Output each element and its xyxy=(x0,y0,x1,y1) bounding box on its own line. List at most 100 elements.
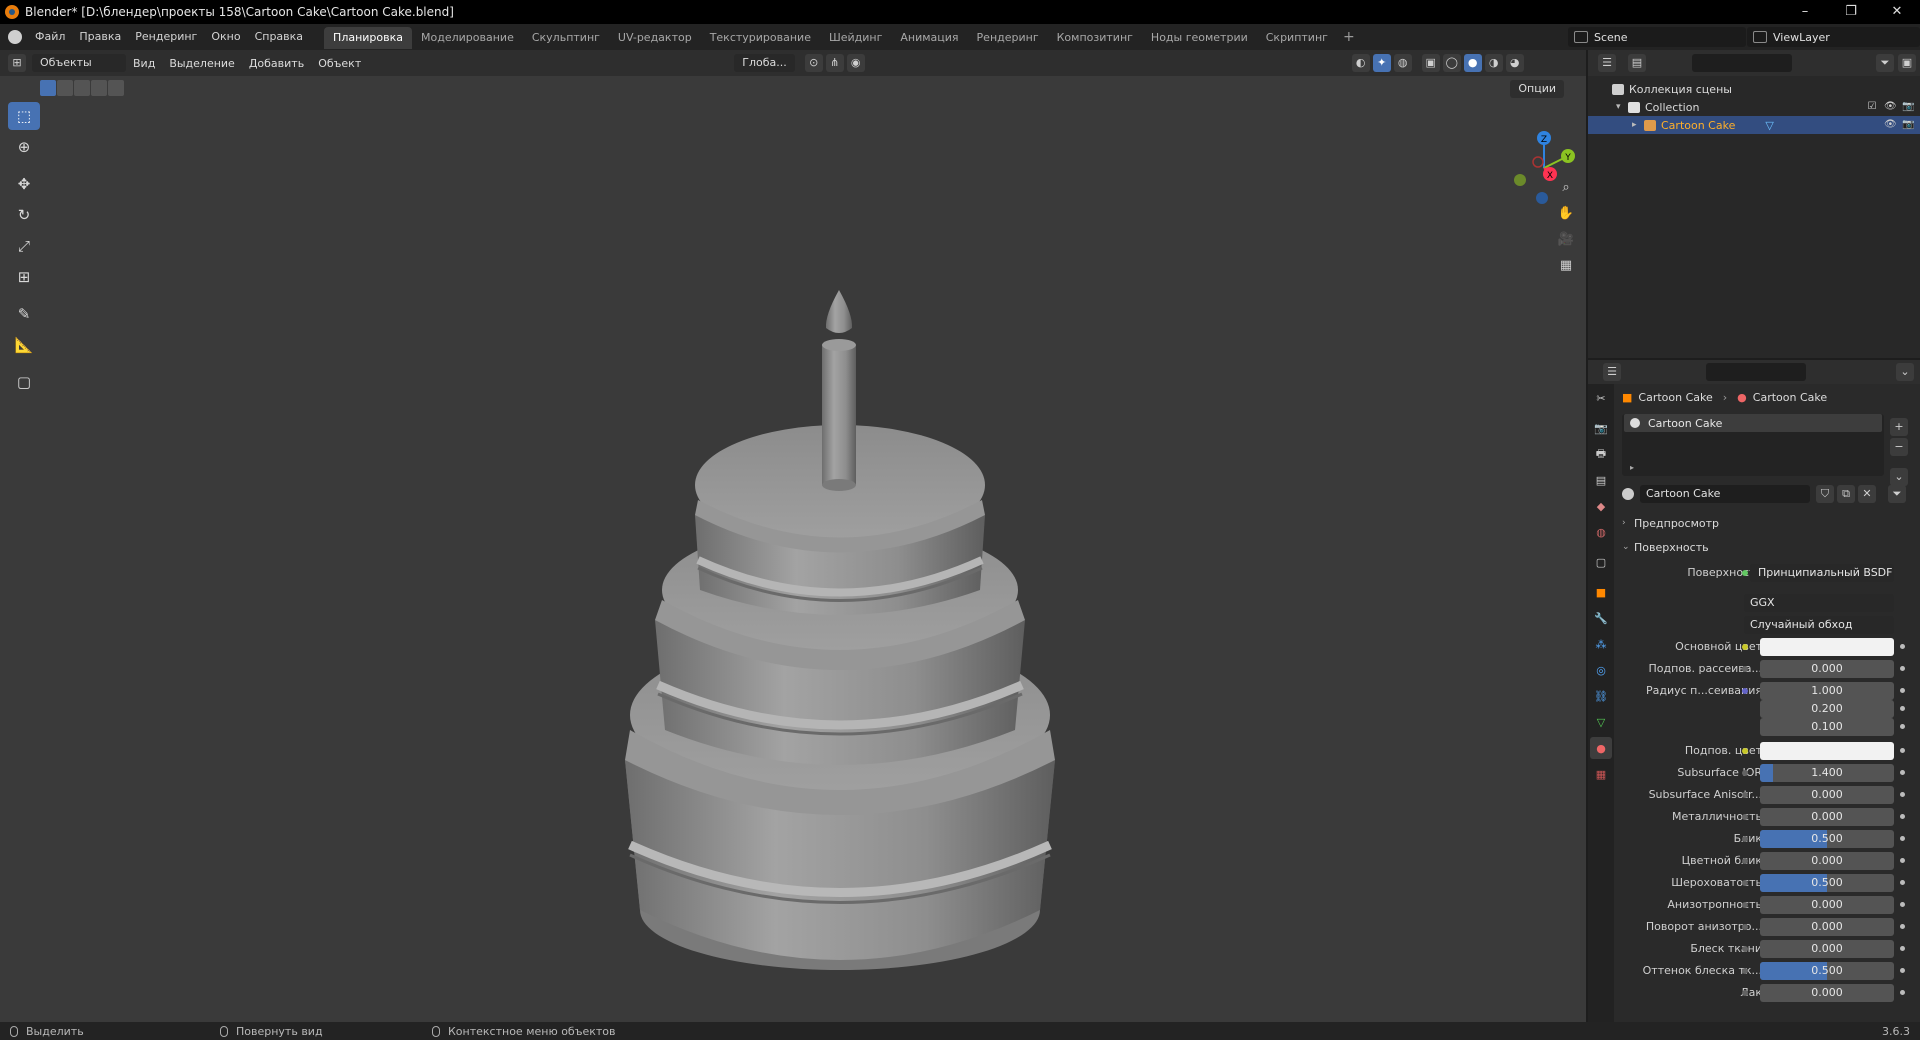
subsurface-method-dropdown[interactable]: Случайный обход xyxy=(1744,616,1894,634)
fake-user-icon[interactable]: ⛉ xyxy=(1816,485,1834,503)
menu-view[interactable]: Вид xyxy=(126,57,162,70)
wireframe-shading-icon[interactable]: ◯ xyxy=(1442,54,1461,72)
scene-tab-icon[interactable]: ◆ xyxy=(1590,495,1612,517)
tool-tab-icon[interactable]: ✂ xyxy=(1590,387,1612,409)
options-chevron-icon[interactable]: ⌄ xyxy=(1896,363,1914,381)
menu-help[interactable]: Справка xyxy=(248,24,310,50)
add-workspace-button[interactable]: + xyxy=(1337,29,1361,45)
menu-window[interactable]: Окно xyxy=(204,24,247,50)
tab-compositing[interactable]: Композитинг xyxy=(1048,27,1142,49)
visibility-icon[interactable]: ◐ xyxy=(1351,54,1370,72)
filter-icon[interactable]: ⏷ xyxy=(1876,54,1894,72)
world-tab-icon[interactable]: ◍ xyxy=(1590,521,1612,543)
outliner-search-input[interactable] xyxy=(1692,54,1792,72)
tab-texture-paint[interactable]: Текстурирование xyxy=(701,27,820,49)
data-tab-icon[interactable]: ▽ xyxy=(1590,711,1612,733)
perspective-grid-icon[interactable]: ▦ xyxy=(1554,254,1578,278)
color-swatch-field[interactable] xyxy=(1760,742,1894,760)
transform-orientation-dropdown[interactable]: Глоба... xyxy=(734,54,795,72)
tab-animation[interactable]: Анимация xyxy=(891,27,967,49)
value-slider-field[interactable]: 0.000 xyxy=(1760,660,1894,678)
value-slider-field[interactable]: 0.000 xyxy=(1760,984,1894,1002)
keyframe-dot-icon[interactable] xyxy=(1900,902,1905,907)
eye-icon[interactable]: 👁 xyxy=(1884,101,1897,113)
select-new-icon[interactable] xyxy=(40,80,56,96)
value-slider-field[interactable]: 1.400 xyxy=(1760,764,1894,782)
keyframe-dot-icon[interactable] xyxy=(1900,990,1905,995)
menu-object[interactable]: Объект xyxy=(311,57,368,70)
keyframe-dot-icon[interactable] xyxy=(1900,724,1905,729)
gizmo-toggle-icon[interactable]: ✦ xyxy=(1372,54,1391,72)
output-tab-icon[interactable]: 🖶 xyxy=(1590,443,1612,465)
input-socket-icon[interactable] xyxy=(1742,946,1748,952)
keyframe-dot-icon[interactable] xyxy=(1900,836,1905,841)
value-slider-field[interactable]: 0.000 xyxy=(1760,940,1894,958)
input-socket-icon[interactable] xyxy=(1742,814,1748,820)
preview-panel-header[interactable]: › Предпросмотр xyxy=(1622,512,1918,534)
keyframe-dot-icon[interactable] xyxy=(1900,770,1905,775)
properties-search-input[interactable] xyxy=(1706,363,1806,381)
slot-specials-button[interactable]: ⌄ xyxy=(1890,468,1908,486)
expand-arrow-icon[interactable]: ▾ xyxy=(1616,102,1628,112)
xray-icon[interactable]: ▣ xyxy=(1421,54,1440,72)
physics-tab-icon[interactable]: ◎ xyxy=(1590,659,1612,681)
input-socket-icon[interactable] xyxy=(1742,666,1748,672)
duplicate-material-icon[interactable]: ⧉ xyxy=(1837,485,1855,503)
display-mode-icon[interactable]: ▤ xyxy=(1628,54,1646,72)
tab-modeling[interactable]: Моделирование xyxy=(412,27,523,49)
outliner-row-cartoon-cake[interactable]: ▸ Cartoon Cake ▽ 👁 📷 xyxy=(1588,116,1920,134)
keyframe-dot-icon[interactable] xyxy=(1900,688,1905,693)
menu-render[interactable]: Рендеринг xyxy=(128,24,204,50)
pivot-icon[interactable]: ⊙ xyxy=(804,54,823,72)
tab-rendering[interactable]: Рендеринг xyxy=(968,27,1048,49)
distribution-dropdown[interactable]: GGX xyxy=(1744,594,1894,612)
keyframe-dot-icon[interactable] xyxy=(1900,946,1905,951)
input-socket-icon[interactable] xyxy=(1742,688,1748,694)
expand-arrow-icon[interactable]: ▸ xyxy=(1630,463,1634,472)
properties-editor-type-icon[interactable]: ☰ xyxy=(1603,363,1621,381)
input-socket-icon[interactable] xyxy=(1742,880,1748,886)
keyframe-dot-icon[interactable] xyxy=(1900,666,1905,671)
value-slider-field[interactable]: 0.500 xyxy=(1760,874,1894,892)
input-socket-icon[interactable] xyxy=(1742,644,1748,650)
color-swatch-field[interactable] xyxy=(1760,638,1894,656)
texture-tab-icon[interactable]: ▦ xyxy=(1590,763,1612,785)
scale-tool-icon[interactable]: ⤢ xyxy=(8,232,40,260)
material-slot-item[interactable]: Cartoon Cake xyxy=(1624,414,1882,432)
input-socket-icon[interactable] xyxy=(1742,968,1748,974)
input-socket-icon[interactable] xyxy=(1742,792,1748,798)
node-filter-icon[interactable]: ⏷ xyxy=(1888,485,1906,503)
value-slider-field[interactable]: 0.100 xyxy=(1760,718,1894,736)
minimize-button[interactable]: – xyxy=(1782,0,1828,24)
keyframe-dot-icon[interactable] xyxy=(1900,748,1905,753)
material-name-field[interactable]: Cartoon Cake xyxy=(1640,485,1810,503)
input-socket-icon[interactable] xyxy=(1742,748,1748,754)
menu-edit[interactable]: Правка xyxy=(72,24,128,50)
eye-icon[interactable]: 👁 xyxy=(1884,119,1897,131)
material-tab-icon[interactable]: ● xyxy=(1590,737,1612,759)
rendered-shading-icon[interactable]: ◕ xyxy=(1505,54,1524,72)
snap-icon[interactable]: ⋔ xyxy=(825,54,844,72)
unlink-material-icon[interactable]: ✕ xyxy=(1858,485,1876,503)
render-tab-icon[interactable]: 📷 xyxy=(1590,417,1612,439)
outliner-row-scene-collection[interactable]: Коллекция сцены xyxy=(1588,80,1920,98)
collection-tab-icon[interactable]: ▢ xyxy=(1590,551,1612,573)
mode-dropdown[interactable]: Объекты xyxy=(32,54,126,72)
value-slider-field[interactable]: 0.000 xyxy=(1760,852,1894,870)
add-cube-tool-icon[interactable]: ▢ xyxy=(8,368,40,396)
input-socket-icon[interactable] xyxy=(1742,990,1748,996)
blender-menu-icon[interactable] xyxy=(8,30,22,44)
exclude-checkbox-icon[interactable]: ☑ xyxy=(1866,101,1878,113)
expand-arrow-icon[interactable]: ▸ xyxy=(1632,120,1644,130)
transform-tool-icon[interactable]: ⊞ xyxy=(8,263,40,291)
keyframe-dot-icon[interactable] xyxy=(1900,858,1905,863)
menu-file[interactable]: Файл xyxy=(28,24,72,50)
material-slot-list[interactable]: Cartoon Cake ▸ xyxy=(1622,414,1884,476)
select-subtract-icon[interactable] xyxy=(74,80,90,96)
keyframe-dot-icon[interactable] xyxy=(1900,814,1905,819)
tab-layout[interactable]: Планировка xyxy=(324,27,413,49)
remove-slot-button[interactable]: − xyxy=(1890,438,1908,456)
keyframe-dot-icon[interactable] xyxy=(1900,644,1905,649)
close-button[interactable]: ✕ xyxy=(1874,0,1920,24)
value-slider-field[interactable]: 0.000 xyxy=(1760,786,1894,804)
